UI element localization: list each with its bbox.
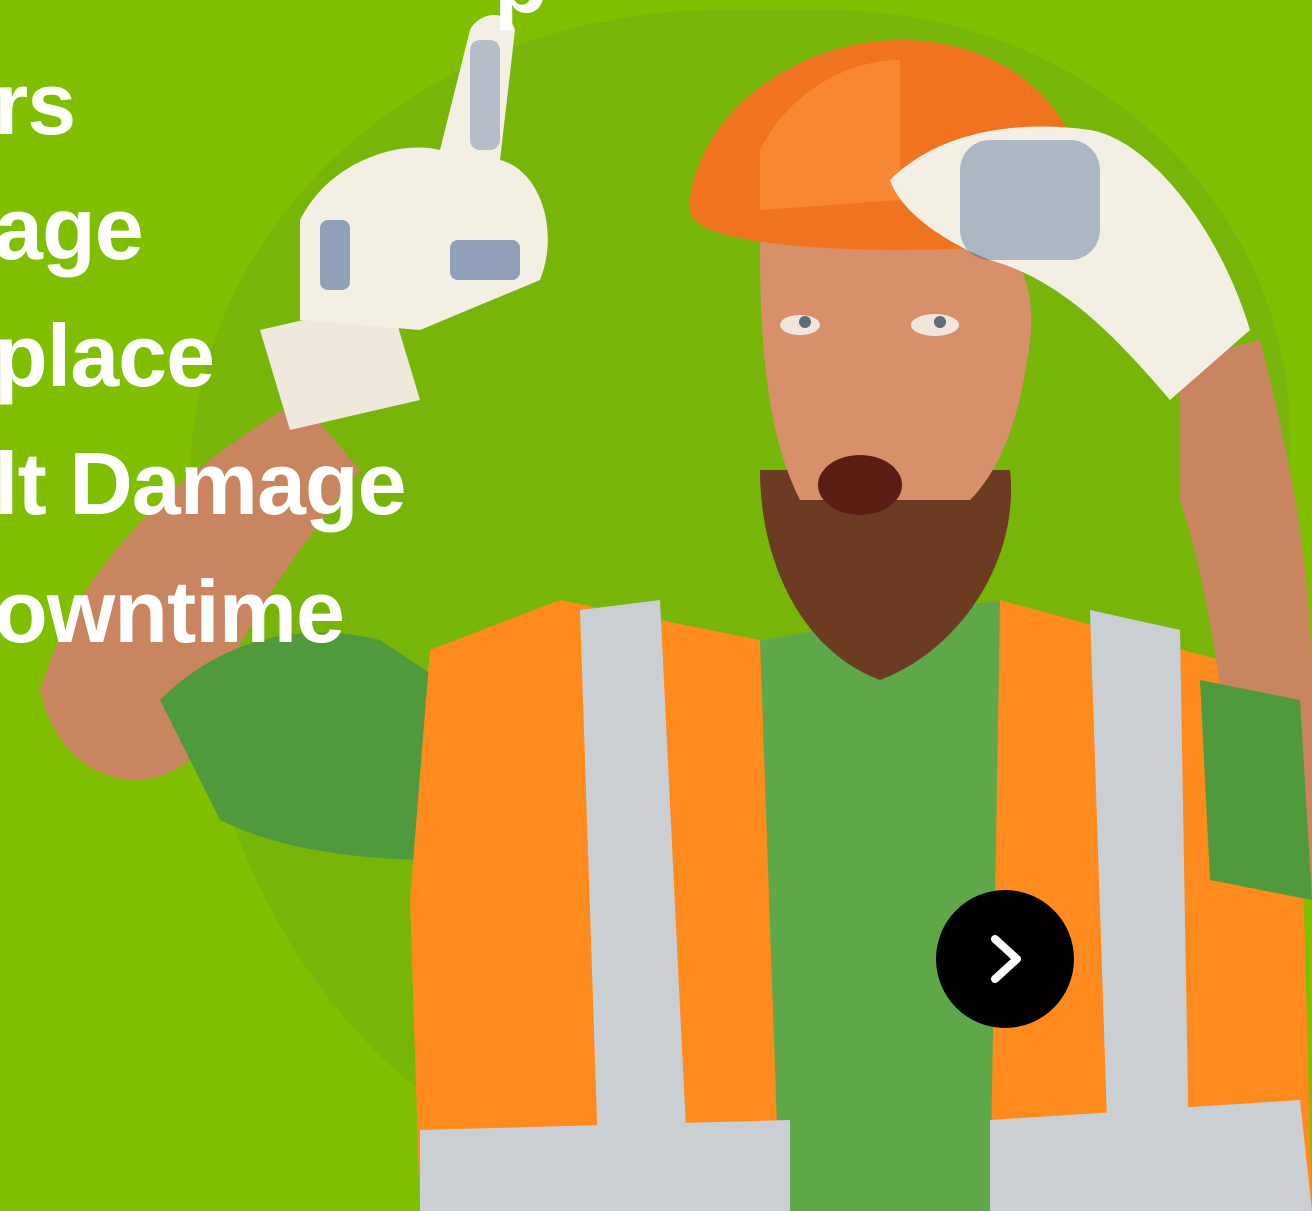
headline-line-1: rs [0,54,76,153]
headline-line-4: lt Damage [0,434,407,533]
chevron-right-icon [991,935,1021,983]
headline-line-5: owntime [0,562,345,661]
headline-line-0: p [494,0,548,26]
headline-line-2: age [0,179,144,278]
hero-section: p rs age place lt Damage owntime [0,0,1312,1211]
next-slide-button[interactable] [936,890,1074,1028]
headline: p rs age place lt Damage owntime [0,0,554,700]
headline-line-3: place [0,306,215,405]
